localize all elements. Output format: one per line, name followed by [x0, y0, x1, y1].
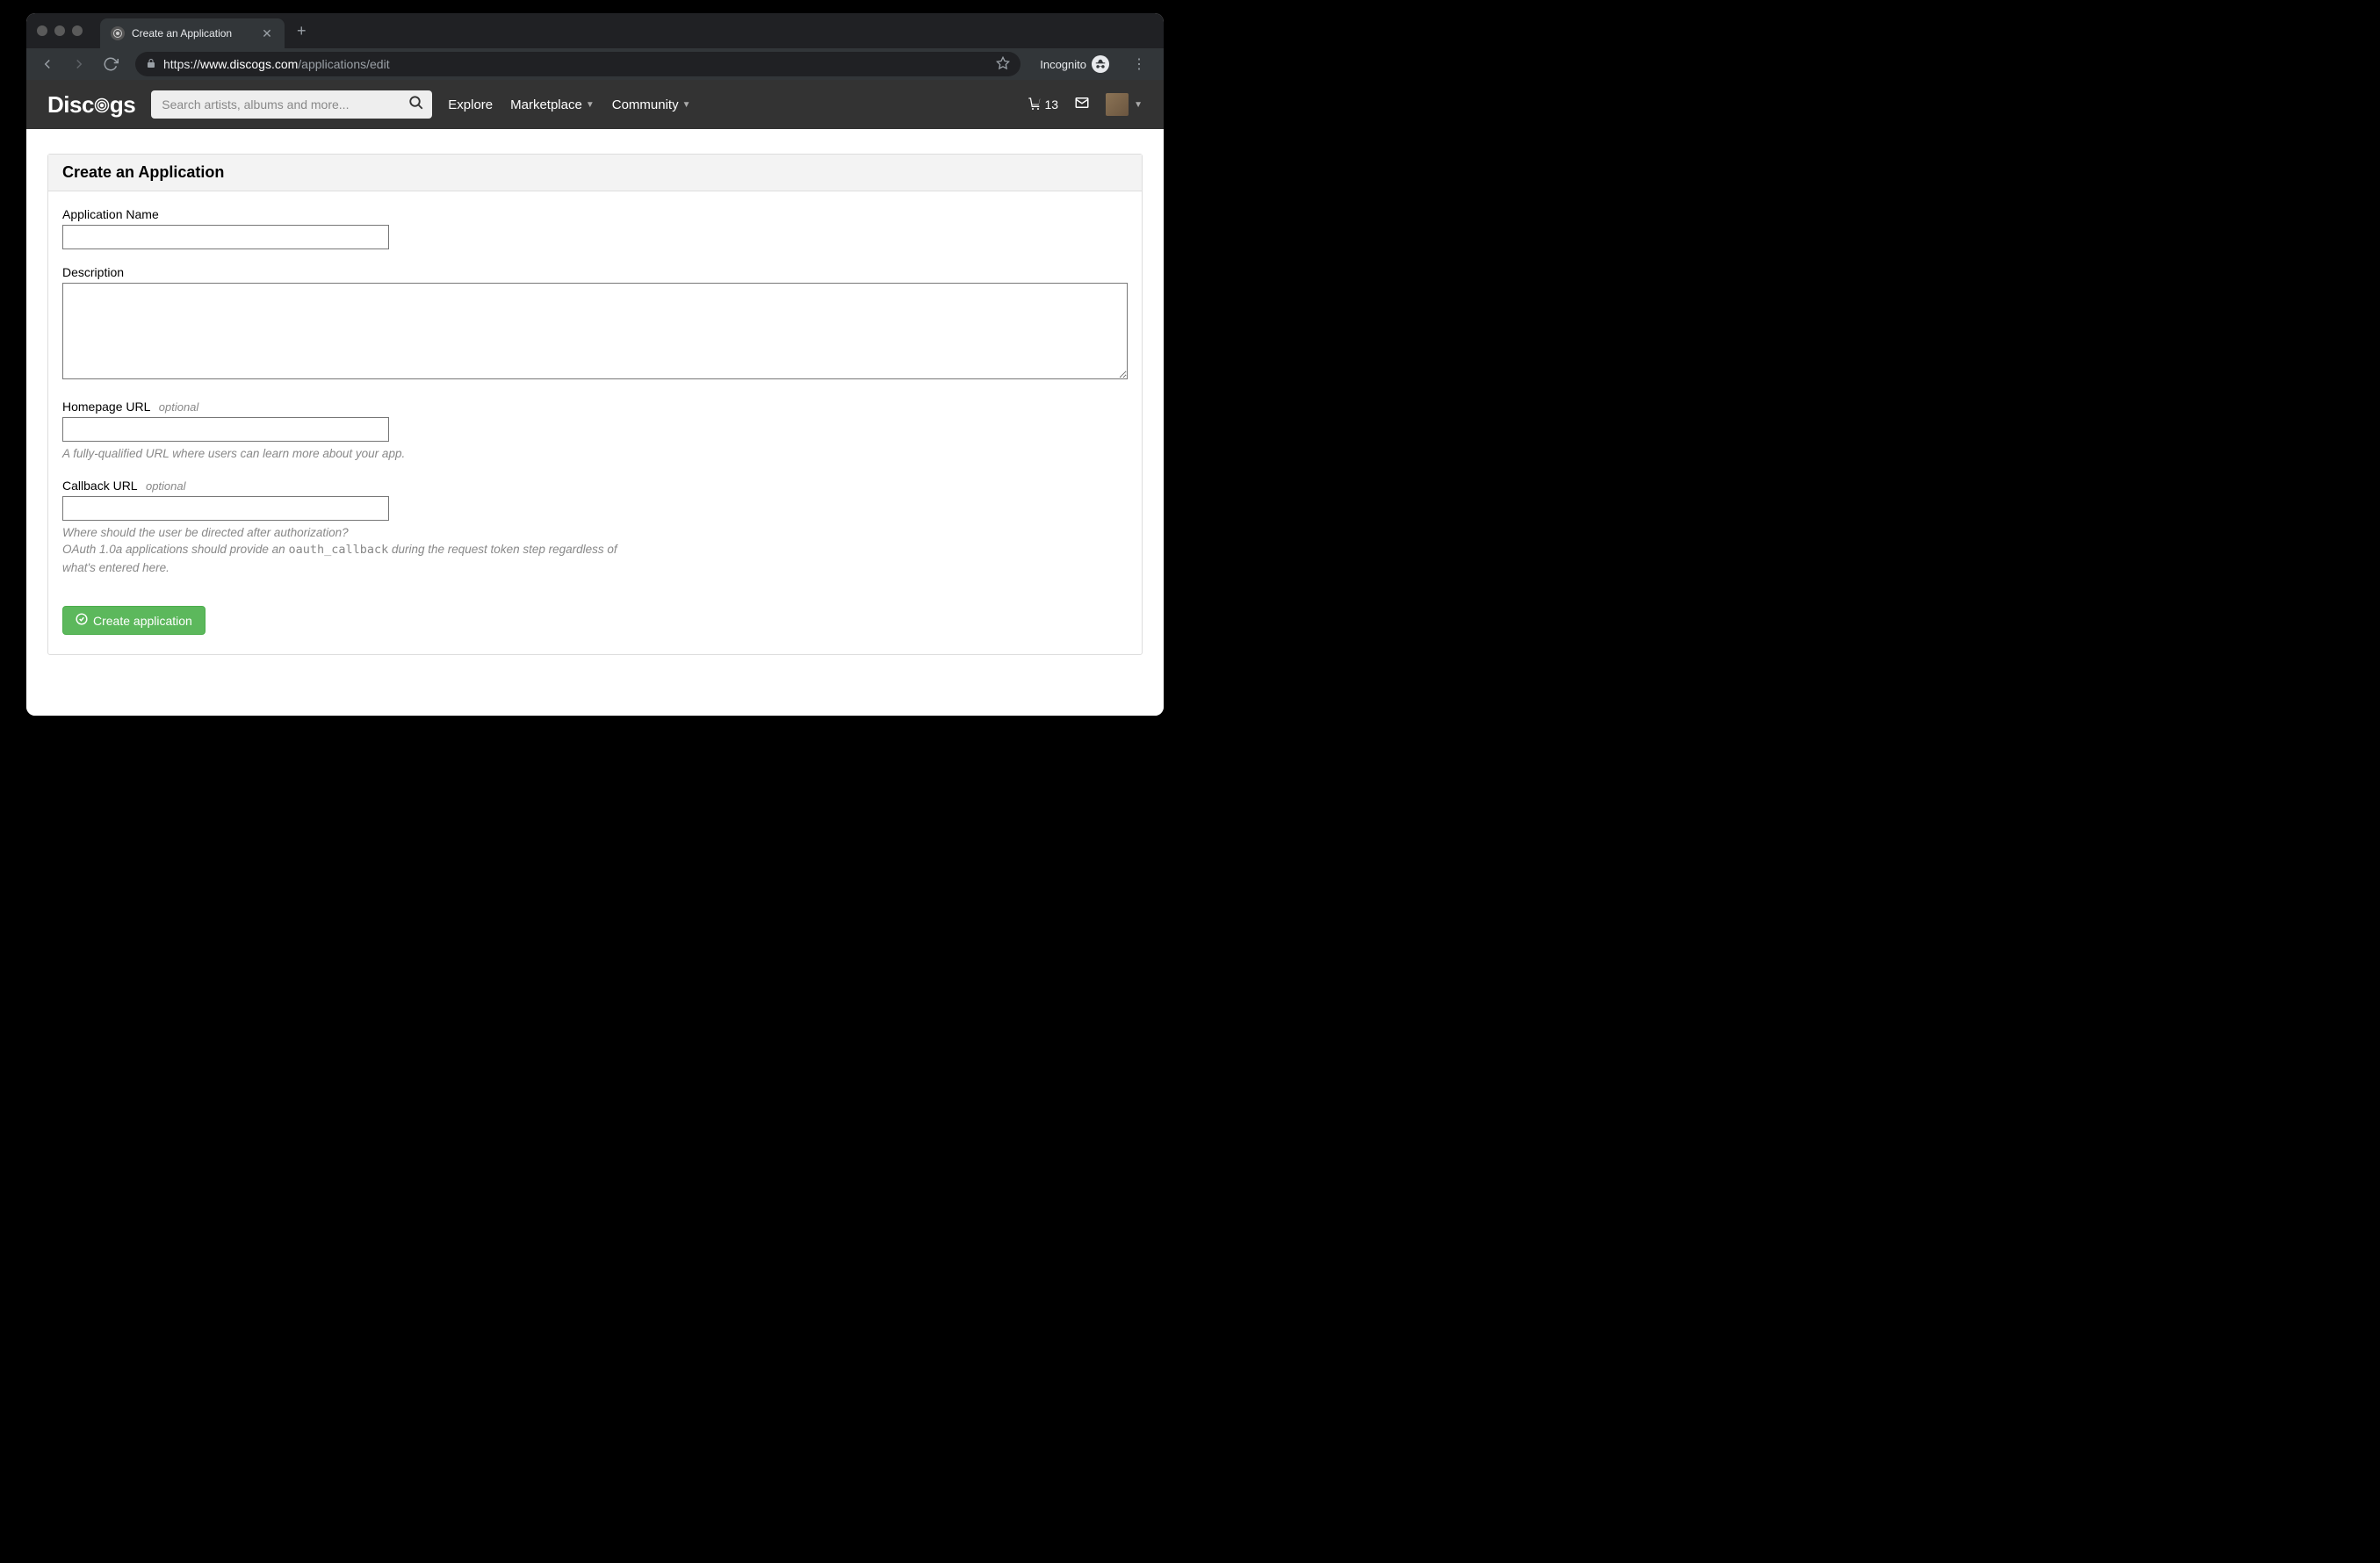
browser-window: Create an Application ✕ + https://www.di… [26, 13, 1164, 716]
url-text: https://www.discogs.com/applications/edi… [163, 57, 989, 71]
bookmark-star-icon[interactable] [996, 56, 1010, 73]
homepage-label-text: Homepage URL [62, 400, 150, 414]
avatar [1106, 93, 1129, 116]
footer-col-follow[interactable]: Follow Us [789, 715, 851, 716]
form-body: Application Name Description Homepage UR… [48, 191, 1142, 654]
callback-label-text: Callback URL [62, 479, 137, 493]
app-name-label: Application Name [62, 207, 1128, 221]
browser-toolbar-right: Incognito ⋮ [1031, 52, 1157, 76]
incognito-icon [1092, 55, 1109, 73]
search-box [151, 90, 432, 119]
chevron-down-icon: ▼ [1134, 100, 1143, 110]
create-application-label: Create application [93, 614, 192, 628]
callback-help-2: OAuth 1.0a applications should provide a… [62, 541, 633, 576]
tab-close-button[interactable]: ✕ [260, 26, 274, 41]
browser-tab[interactable]: Create an Application ✕ [100, 18, 285, 48]
close-window-button[interactable] [37, 25, 47, 36]
browser-tabs-bar: Create an Application ✕ + [26, 13, 1164, 48]
form-group-callback: Callback URL optional Where should the u… [62, 479, 1128, 577]
chevron-down-icon: ▼ [682, 100, 691, 110]
tab-title: Create an Application [132, 27, 253, 40]
header-right: 13 ▼ [1028, 93, 1143, 116]
page-content: Discgs Explore Marketplace ▼ [26, 80, 1164, 716]
nav-community[interactable]: Community ▼ [612, 97, 691, 112]
tab-favicon-icon [111, 26, 125, 40]
minimize-window-button[interactable] [54, 25, 65, 36]
site-header: Discgs Explore Marketplace ▼ [26, 80, 1164, 129]
cart-button[interactable]: 13 [1028, 97, 1059, 113]
footer-col-databases[interactable]: More Databases [1042, 715, 1143, 716]
user-menu[interactable]: ▼ [1106, 93, 1143, 116]
maximize-window-button[interactable] [72, 25, 83, 36]
browser-toolbar: https://www.discogs.com/applications/edi… [26, 48, 1164, 80]
cart-count: 13 [1045, 97, 1059, 112]
homepage-url-input[interactable] [62, 417, 389, 442]
app-name-input[interactable] [62, 225, 389, 249]
new-tab-button[interactable]: + [285, 22, 319, 40]
footer: Discogs Help Is Here Join In Follow Us M… [26, 680, 1164, 716]
cart-icon [1028, 97, 1042, 113]
address-bar[interactable]: https://www.discogs.com/applications/edi… [135, 52, 1021, 76]
search-icon [408, 95, 424, 115]
url-path: /applications/edit [298, 57, 389, 71]
content-wrap: Create an Application Application Name D… [26, 129, 1164, 680]
create-application-button[interactable]: Create application [62, 606, 206, 635]
nav-explore-label: Explore [448, 97, 493, 112]
discogs-logo[interactable]: Discgs [47, 91, 135, 119]
description-textarea[interactable] [62, 283, 1128, 379]
incognito-badge[interactable]: Incognito [1031, 52, 1118, 76]
callback-help-1: Where should the user be directed after … [62, 524, 633, 542]
url-domain: www.discogs.com [200, 57, 298, 71]
check-circle-icon [76, 613, 88, 628]
description-label: Description [62, 265, 1128, 279]
browser-menu-button[interactable]: ⋮ [1125, 55, 1153, 73]
callback-help-code: oauth_callback [288, 543, 388, 557]
forward-button[interactable] [65, 50, 93, 78]
messages-button[interactable] [1074, 95, 1090, 115]
back-button[interactable] [33, 50, 61, 78]
nav-explore[interactable]: Explore [448, 97, 493, 112]
homepage-optional-label: optional [159, 400, 199, 414]
form-group-app-name: Application Name [62, 207, 1128, 249]
callback-help-2a: OAuth 1.0a applications should provide a… [62, 543, 288, 556]
callback-url-input[interactable] [62, 496, 389, 521]
chevron-down-icon: ▼ [586, 100, 595, 110]
nav-marketplace[interactable]: Marketplace ▼ [510, 97, 595, 112]
form-group-description: Description [62, 265, 1128, 384]
nav-marketplace-label: Marketplace [510, 97, 582, 112]
main-nav: Explore Marketplace ▼ Community ▼ [448, 97, 690, 112]
homepage-help-text: A fully-qualified URL where users can le… [62, 445, 633, 463]
callback-help-text: Where should the user be directed after … [62, 524, 633, 577]
envelope-icon [1074, 99, 1090, 114]
logo-record-icon [94, 92, 110, 108]
callback-optional-label: optional [146, 479, 186, 493]
logo-text-2: gs [110, 91, 135, 118]
footer-col-help[interactable]: Help Is Here [289, 715, 365, 716]
form-card-title: Create an Application [48, 155, 1142, 191]
form-card: Create an Application Application Name D… [47, 154, 1143, 655]
footer-col-discogs[interactable]: Discogs [47, 715, 98, 716]
logo-text-1: Disc [47, 91, 94, 118]
window-controls [37, 25, 100, 36]
search-button[interactable] [400, 90, 432, 119]
reload-button[interactable] [97, 50, 125, 78]
lock-icon [146, 57, 156, 72]
footer-col-join[interactable]: Join In [556, 715, 598, 716]
homepage-label: Homepage URL optional [62, 400, 1128, 414]
url-scheme: https:// [163, 57, 200, 71]
search-input[interactable] [151, 97, 400, 112]
incognito-label: Incognito [1040, 58, 1086, 71]
nav-community-label: Community [612, 97, 679, 112]
callback-label: Callback URL optional [62, 479, 1128, 493]
form-group-homepage: Homepage URL optional A fully-qualified … [62, 400, 1128, 463]
